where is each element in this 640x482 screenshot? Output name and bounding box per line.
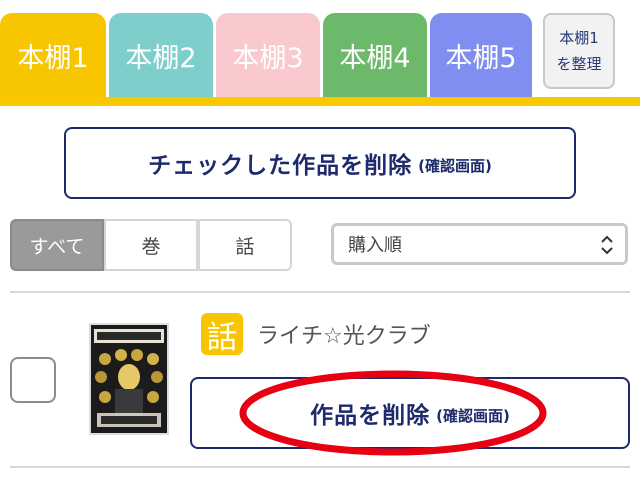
tab-shelf-5-label: 本棚5	[445, 42, 517, 74]
shelf-tabs: 本棚1 本棚2 本棚3 本棚4 本棚5 本棚1 を整理	[0, 0, 640, 106]
item-title[interactable]: ライチ☆光クラブ	[257, 318, 431, 350]
tab-shelf-4-label: 本棚4	[339, 42, 411, 74]
tab-shelf-4[interactable]: 本棚4	[323, 13, 427, 97]
organize-shelf-line2: を整理	[556, 55, 602, 73]
sort-select[interactable]: 購入順	[331, 223, 628, 265]
highlight-circle	[239, 370, 547, 456]
tab-underline	[0, 97, 640, 106]
book-cover-art	[91, 325, 167, 433]
tab-shelf-2[interactable]: 本棚2	[109, 13, 213, 97]
organize-shelf-button[interactable]: 本棚1 を整理	[543, 13, 615, 89]
filter-volume-button[interactable]: 巻	[104, 219, 198, 271]
delete-checked-note: (確認画面)	[418, 156, 492, 175]
tab-shelf-3[interactable]: 本棚3	[216, 13, 320, 97]
item-checkbox[interactable]	[10, 357, 56, 403]
tab-shelf-2-label: 本棚2	[125, 42, 197, 74]
tab-shelf-1-label: 本棚1	[17, 42, 89, 74]
list-bottom-divider	[10, 466, 630, 468]
filter-episode-label: 話	[235, 235, 255, 258]
delete-checked-button[interactable]: チェックした作品を削除 (確認画面)	[64, 127, 576, 199]
filter-all-button[interactable]: すべて	[10, 219, 104, 271]
sort-selected-value: 購入順	[348, 235, 402, 256]
tab-shelf-1[interactable]: 本棚1	[0, 13, 106, 97]
tab-shelf-5[interactable]: 本棚5	[430, 13, 532, 97]
delete-checked-label: チェックした作品を削除	[148, 153, 413, 179]
episode-badge: 話	[201, 313, 243, 356]
tab-shelf-3-label: 本棚3	[232, 42, 304, 74]
filter-all-label: すべて	[29, 235, 85, 258]
organize-shelf-line1: 本棚1	[559, 29, 599, 47]
filter-episode-button[interactable]: 話	[198, 219, 292, 271]
episode-badge-label: 話	[206, 319, 238, 356]
sort-arrows-icon	[601, 235, 613, 255]
book-cover-image[interactable]	[89, 323, 169, 435]
list-top-divider	[10, 291, 630, 293]
filter-volume-label: 巻	[141, 235, 161, 258]
